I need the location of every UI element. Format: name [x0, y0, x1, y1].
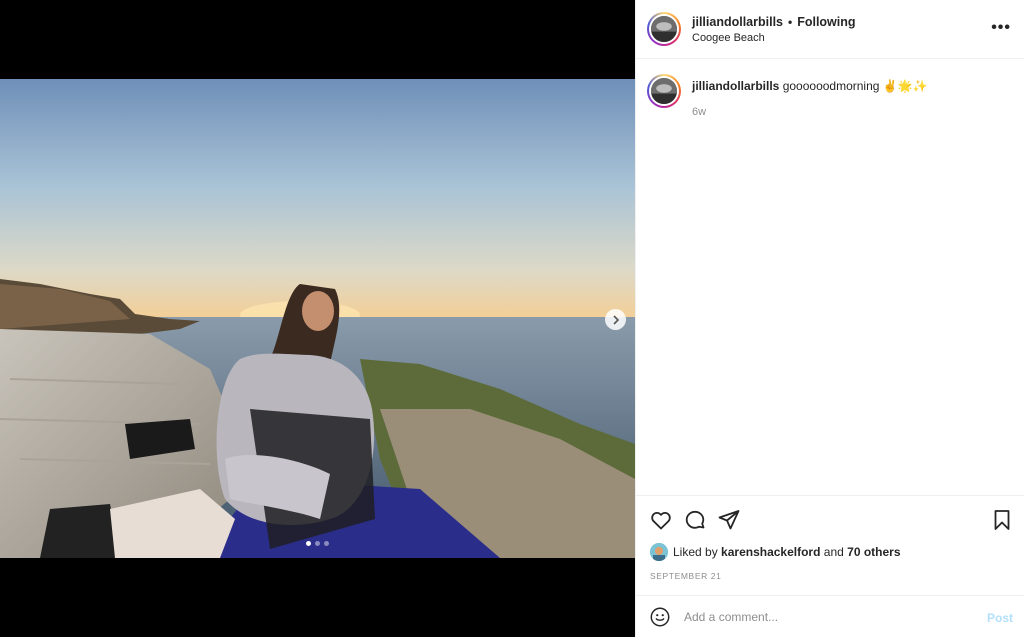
instagram-post-modal: jilliandollarbills • Following Coogee Be…: [0, 0, 1024, 637]
post-date[interactable]: SEPTEMBER 21: [650, 571, 721, 581]
location-link[interactable]: Coogee Beach: [692, 32, 856, 44]
caption-text: goooooodmorning ✌️🌟✨: [782, 79, 928, 93]
likes-prefix: Liked by: [673, 545, 718, 559]
share-icon[interactable]: [717, 508, 741, 532]
heart-icon[interactable]: [649, 508, 673, 532]
username-link[interactable]: jilliandollarbills: [692, 15, 783, 29]
caption-avatar[interactable]: [647, 74, 681, 108]
post-actions: Liked by karenshackelford and 70 others …: [636, 495, 1024, 595]
emoji-icon[interactable]: [649, 606, 671, 628]
post-comment-button[interactable]: Post: [987, 611, 1013, 625]
carousel-dot: [315, 541, 320, 546]
separator-dot: •: [788, 14, 793, 29]
liker-avatar[interactable]: [650, 543, 668, 561]
comment-input[interactable]: [684, 609, 964, 624]
caption-timestamp[interactable]: 6w: [692, 106, 928, 118]
caption-username[interactable]: jilliandollarbills: [692, 79, 779, 93]
comment-icon[interactable]: [683, 508, 707, 532]
post-media: [0, 0, 635, 637]
comment-bar: Post: [636, 595, 1024, 637]
liker-username-link[interactable]: karenshackelford: [721, 545, 820, 559]
avatar-photo: [651, 16, 677, 42]
avatar[interactable]: [647, 12, 681, 46]
post-details-panel: jilliandollarbills • Following Coogee Be…: [635, 0, 1024, 637]
bookmark-icon[interactable]: [990, 508, 1014, 532]
avatar-photo: [651, 78, 677, 104]
next-slide-button[interactable]: [605, 309, 626, 330]
likes-and: and: [823, 545, 844, 559]
carousel-dot: [324, 541, 329, 546]
more-options-icon[interactable]: •••: [991, 20, 1011, 36]
post-photo[interactable]: [0, 79, 635, 558]
post-header: jilliandollarbills • Following Coogee Be…: [636, 0, 1024, 59]
beach-sunrise-photo: [0, 79, 635, 558]
following-button[interactable]: Following: [797, 15, 855, 29]
chevron-right-icon: [612, 314, 619, 325]
others-likes-link[interactable]: 70 others: [847, 545, 900, 559]
carousel-dot: [306, 541, 311, 546]
carousel-indicator: [0, 541, 635, 546]
post-caption: jilliandollarbills goooooodmorning ✌️🌟✨ …: [647, 74, 928, 118]
likes-summary: Liked by karenshackelford and 70 others: [650, 543, 901, 561]
